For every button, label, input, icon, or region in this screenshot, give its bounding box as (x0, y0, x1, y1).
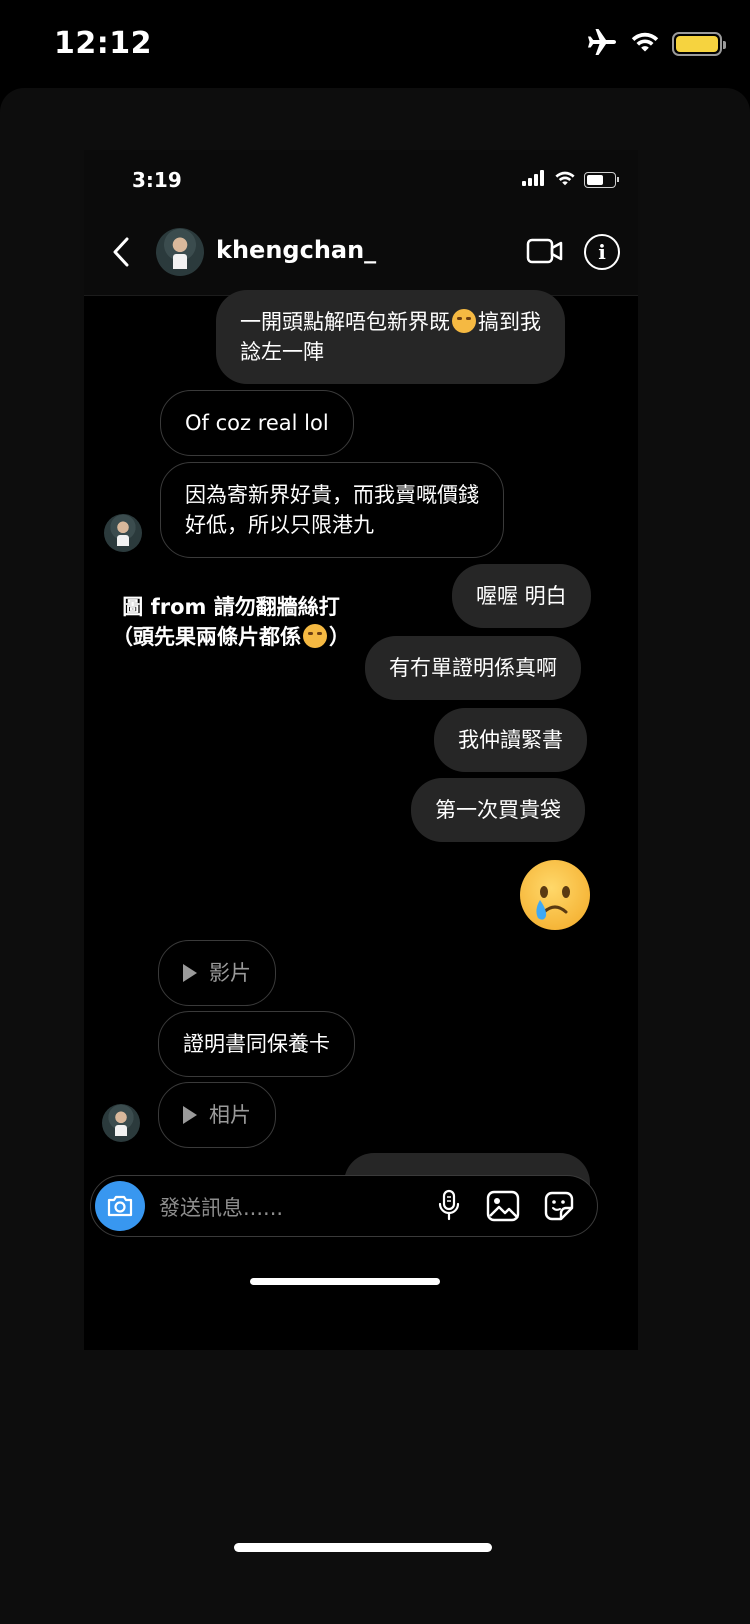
message-input[interactable]: 發送訊息...... (159, 1192, 283, 1222)
message-bubble-sent[interactable]: 有冇單證明係真啊 (365, 636, 581, 700)
message-text: 第一次買貴袋 (435, 798, 561, 822)
message-text: 搞到我 (478, 310, 541, 334)
message-text: 好低，所以只限港九 (185, 513, 374, 537)
persevering-face-emoji (452, 309, 476, 333)
sender-avatar[interactable] (102, 1104, 140, 1142)
message-text: 一開頭點解唔包新界既 (240, 310, 450, 334)
outer-status-icons (586, 28, 726, 60)
play-icon (183, 964, 197, 982)
inner-status-icons (522, 170, 619, 190)
video-call-button[interactable] (526, 236, 564, 266)
inner-clock: 3:19 (132, 168, 182, 192)
attachment-label: 影片 (209, 961, 251, 985)
sticker-icon (544, 1191, 574, 1221)
signal-icon (522, 170, 546, 190)
message-text: 我仲讀緊書 (458, 728, 563, 752)
photo-attachment-bubble[interactable]: 相片 (158, 1082, 276, 1148)
message-bubble-received[interactable]: 因為寄新界好貴，而我賣嘅價錢 好低，所以只限港九 (160, 462, 504, 558)
microphone-button[interactable] (431, 1188, 467, 1224)
message-text: 諗左一陣 (240, 340, 324, 364)
home-indicator[interactable] (234, 1543, 492, 1552)
camera-button[interactable] (95, 1181, 145, 1231)
info-icon: i (598, 240, 606, 264)
message-bubble-received[interactable]: 證明書同保養卡 (158, 1011, 355, 1077)
message-bubble-sent[interactable]: 第一次買貴袋 (411, 778, 585, 842)
caption-line: 圖 from 請勿翻牆絲打 (122, 595, 340, 619)
message-bubble-sent[interactable]: 我仲讀緊書 (434, 708, 587, 772)
overlay-caption: 圖 from 請勿翻牆絲打 （頭先果兩條片都係 ） (112, 592, 350, 652)
wifi-icon (554, 170, 576, 190)
play-icon (183, 1106, 197, 1124)
inner-home-indicator (250, 1278, 440, 1285)
info-button[interactable]: i (584, 234, 620, 270)
laughing-emoji (303, 624, 327, 648)
caption-paren: ） (329, 625, 350, 649)
sticker-button[interactable] (541, 1188, 577, 1224)
message-text: 喔喔 明白 (476, 584, 567, 608)
avatar[interactable] (156, 228, 204, 276)
back-icon (113, 237, 129, 267)
wifi-icon (630, 30, 660, 58)
crying-face-emoji[interactable] (520, 860, 590, 930)
chat-header: khengchan_ i (84, 210, 638, 296)
message-composer: 發送訊息...... (90, 1175, 598, 1237)
chat-username[interactable]: khengchan_ (216, 236, 376, 264)
attachment-label: 相片 (209, 1103, 251, 1127)
message-text: 有冇單證明係真啊 (389, 656, 557, 680)
message-bubble-sent[interactable]: 喔喔 明白 (452, 564, 591, 628)
video-call-icon (526, 238, 563, 264)
gallery-icon (486, 1190, 520, 1222)
video-attachment-bubble[interactable]: 影片 (158, 940, 276, 1006)
message-bubble-sent[interactable]: 一開頭點解唔包新界既 搞到我 諗左一陣 (216, 290, 565, 384)
message-text: 證明書同保養卡 (183, 1032, 330, 1056)
message-text: Of coz real lol (185, 411, 329, 435)
inner-status-bar: 3:19 (84, 150, 638, 210)
outer-status-bar: 12:12 (0, 0, 750, 90)
sender-avatar[interactable] (104, 514, 142, 552)
message-text: 因為寄新界好貴，而我賣嘅價錢 (185, 483, 479, 507)
message-bubble-received[interactable]: Of coz real lol (160, 390, 354, 456)
gallery-button[interactable] (485, 1188, 521, 1224)
camera-icon (107, 1195, 133, 1217)
caption-line: （頭先果兩條片都係 (112, 625, 301, 649)
battery-icon (672, 32, 726, 56)
microphone-icon (438, 1189, 460, 1221)
outer-clock: 12:12 (54, 26, 152, 61)
back-button[interactable] (106, 230, 136, 274)
airplane-icon (586, 28, 618, 60)
battery-icon (584, 172, 619, 188)
